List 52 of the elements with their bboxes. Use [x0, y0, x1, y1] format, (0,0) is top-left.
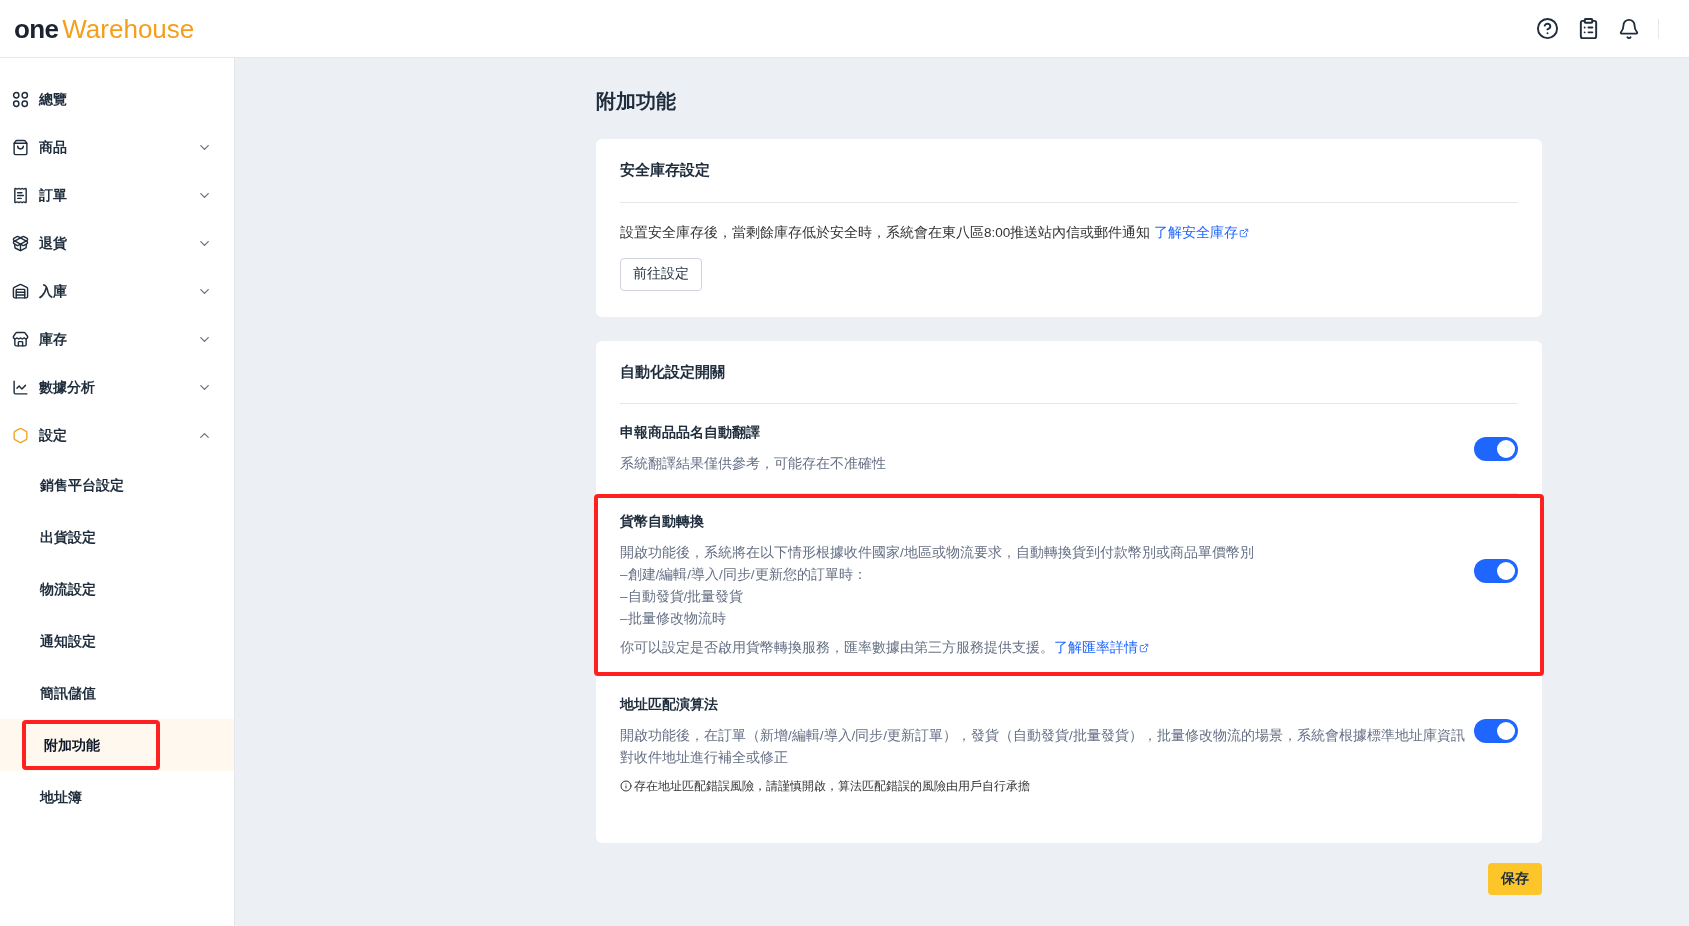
clipboard-icon[interactable] — [1577, 17, 1600, 40]
toggle-switch[interactable] — [1474, 436, 1518, 461]
setting-description: 開啟功能後，在訂單（新增/編輯/導入/同步/更新訂單），發貨（自動發貨/批量發貨），批量修改物流的場景，系統會根據標準地址庫資訊對收件地址進行補全或修正 — [620, 726, 1466, 767]
nav-item[interactable]: 退貨 — [0, 219, 234, 267]
chart-icon — [12, 378, 29, 396]
warning-note: 存在地址匹配錯誤風險，請謹慎開啟，算法匹配錯誤的風險由用戶自行承擔 — [634, 777, 1030, 795]
receipt-icon — [12, 186, 29, 204]
setting-footer-text: 你可以設定是否啟用貨幣轉換服務，匯率數據由第三方服務提供支援。了解匯率詳情 — [620, 638, 1518, 659]
toggle-switch[interactable] — [1474, 558, 1518, 583]
nav-subitem[interactable]: 物流設定 — [22, 564, 160, 614]
card-title: 安全庫存設定 — [620, 139, 1518, 203]
nav-item[interactable]: 訂單 — [0, 171, 234, 219]
external-link-icon — [1139, 643, 1149, 654]
setting-description: 開啟功能後，系統將在以下情形根據收件國家/地區或物流要求，自動轉換貨到付款幣別或商品單價幣別 — [620, 544, 1255, 563]
setting-title: 貨幣自動轉換 — [620, 512, 705, 532]
setting-description: 系統翻譯結果僅供參考，可能存在不准確性 — [620, 455, 887, 474]
grid-icon — [12, 90, 29, 108]
go-to-settings-button[interactable]: 前往設定 — [620, 257, 702, 291]
nav-item[interactable]: 庫存 — [0, 315, 234, 363]
notification-icon[interactable] — [1618, 17, 1640, 40]
nav-item[interactable]: 設定 — [0, 411, 234, 459]
nav-subitem[interactable]: 簡訊儲值 — [22, 668, 160, 718]
nav-subitem[interactable]: 地址簿 — [22, 772, 160, 822]
nav-item[interactable]: 總覽 — [0, 75, 234, 123]
nav-subitem[interactable]: 附加功能 — [22, 720, 160, 770]
setting-title: 地址匹配演算法 — [620, 694, 719, 714]
logo: oneWarehouse — [14, 15, 195, 42]
box-icon — [12, 234, 29, 252]
nav-item[interactable]: 入庫 — [0, 267, 234, 315]
learn-more-link[interactable]: 了解安全庫存 — [1154, 222, 1250, 243]
info-icon — [620, 779, 632, 792]
external-link-icon — [1239, 227, 1250, 238]
hexagon-icon — [12, 426, 29, 444]
description-text: 設置安全庫存後，當剩餘庫存低於安全時，系統會在東八區8:00推送站內信或郵件通知 了解安全庫存 — [620, 222, 1518, 243]
warehouse-icon — [12, 282, 29, 300]
setting-description: –批量修改物流時 — [620, 610, 727, 629]
help-icon[interactable] — [1536, 17, 1559, 40]
page-title: 附加功能 — [596, 89, 677, 114]
nav-item[interactable]: 商品 — [0, 123, 234, 171]
nav-subitem[interactable]: 出貨設定 — [22, 512, 160, 562]
nav-item[interactable]: 數據分析 — [0, 363, 234, 411]
setting-description: –創建/編輯/導入/同步/更新您的訂單時： — [620, 566, 868, 585]
save-button[interactable]: 保存 — [1488, 862, 1542, 895]
bag-icon — [12, 138, 29, 156]
card-title: 自動化設定開關 — [620, 340, 1518, 405]
exchange-rate-link[interactable]: 了解匯率詳情 — [1054, 638, 1149, 659]
toggle-switch[interactable] — [1474, 719, 1518, 743]
nav-subitem[interactable]: 通知設定 — [22, 616, 160, 666]
setting-description: –自動發貨/批量發貨 — [620, 588, 745, 607]
store-icon — [12, 330, 29, 348]
nav-subitem[interactable]: 銷售平台設定 — [22, 460, 160, 510]
setting-title: 申報商品品名自動翻譯 — [620, 423, 761, 443]
